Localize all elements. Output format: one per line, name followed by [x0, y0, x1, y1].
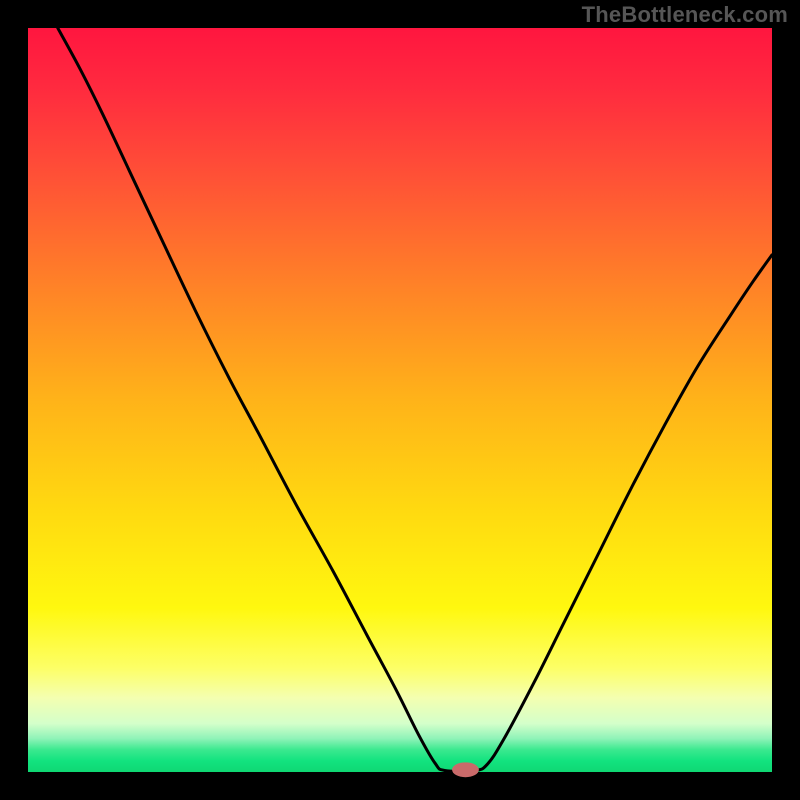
minimum-marker [452, 762, 479, 777]
chart-svg [0, 0, 800, 800]
chart-frame: TheBottleneck.com [0, 0, 800, 800]
plot-gradient [28, 28, 772, 772]
watermark-text: TheBottleneck.com [582, 2, 788, 28]
